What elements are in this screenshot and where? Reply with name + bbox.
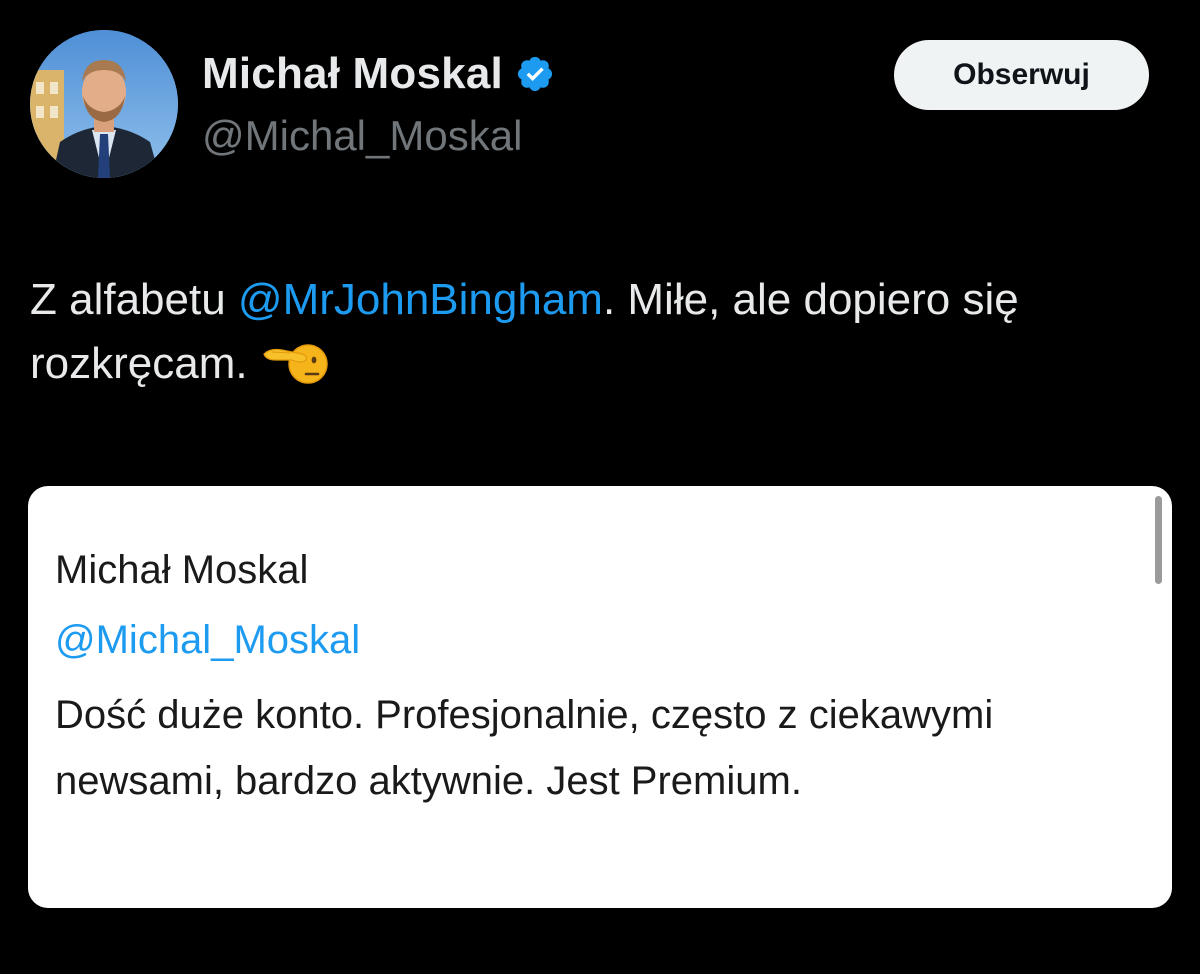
quoted-post-text: Dość duże konto. Profesjonalnie, często … [55, 693, 994, 803]
salute-emoji-icon [262, 338, 328, 386]
tweet-text-prefix: Z alfabetu [30, 275, 238, 324]
follow-button[interactable]: Obserwuj [894, 40, 1149, 110]
author-header: Michał Moskal [202, 48, 555, 100]
quoted-post-card[interactable]: Michał Moskal @Michal_Moskal Dość duże k… [28, 486, 1172, 908]
scrollbar[interactable] [1155, 496, 1162, 584]
author-handle[interactable]: @Michal_Moskal [202, 112, 522, 160]
author-display-name[interactable]: Michał Moskal [202, 49, 503, 99]
avatar[interactable] [30, 30, 178, 178]
mention-link[interactable]: @MrJohnBingham [238, 275, 603, 324]
quoted-author-handle[interactable]: @Michal_Moskal [55, 618, 360, 663]
verified-badge-icon [515, 54, 555, 94]
tweet-text: Z alfabetu @MrJohnBingham. Miłe, ale dop… [30, 268, 1150, 396]
quoted-author-name: Michał Moskal [55, 548, 309, 592]
